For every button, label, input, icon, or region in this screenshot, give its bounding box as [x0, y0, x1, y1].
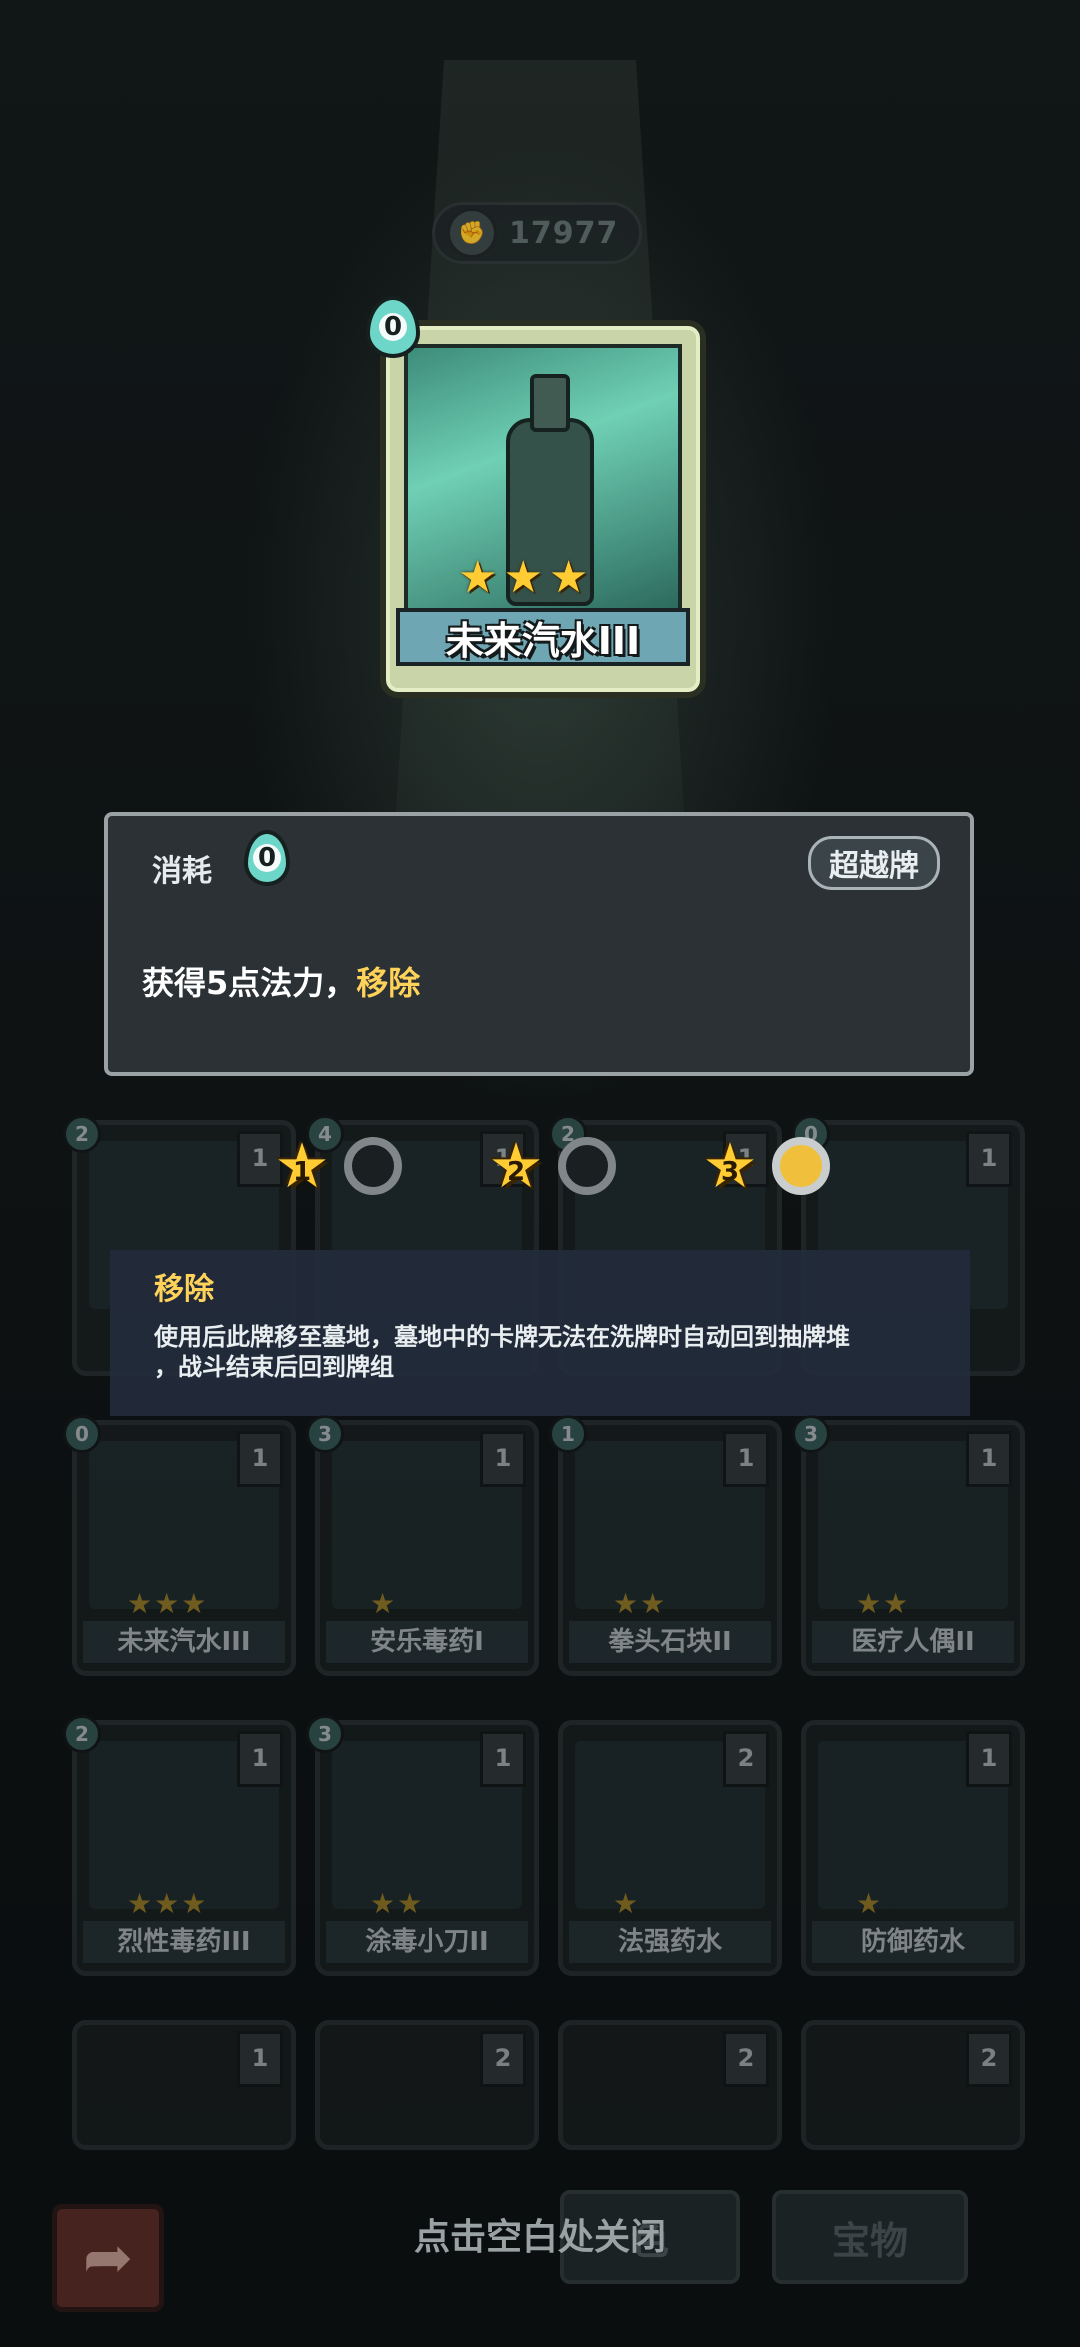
deck-card[interactable]: 2 1 ★★★ 烈性毒药III: [63, 1715, 296, 1976]
level-2-radio[interactable]: [558, 1137, 616, 1195]
card-level: 1: [237, 2031, 283, 2087]
card-level: 1: [966, 1431, 1012, 1487]
card-level: 2: [966, 2031, 1012, 2087]
deck-card[interactable]: 2: [801, 2020, 1025, 2150]
star-icon: ★: [503, 552, 543, 603]
card-name: 防御药水: [812, 1921, 1014, 1963]
card-cost: 2: [63, 1115, 101, 1153]
card-name: 安乐毒药I: [326, 1621, 528, 1663]
info-cost-value: 0: [253, 843, 281, 873]
card-cost: 2: [63, 1715, 101, 1753]
card-stars: ★: [856, 1887, 884, 1920]
deck-card[interactable]: 1 ★ 防御药水: [801, 1720, 1025, 1976]
card-info-panel: 消耗 0 超越牌 获得5点法力，移除: [104, 812, 974, 1076]
deck-card[interactable]: 1 1 ★★ 拳头石块II: [549, 1415, 782, 1676]
card-level: 1: [966, 1131, 1012, 1187]
deck-card[interactable]: 3 1 ★★ 医疗人偶II: [792, 1415, 1025, 1676]
effect-main: 获得5点法力，: [142, 964, 357, 1002]
level-label: 2: [506, 1157, 526, 1187]
effect-text: 获得5点法力，移除: [142, 958, 420, 1004]
card-stars: ★★: [856, 1587, 911, 1620]
selected-card: ★ ★ ★ 未来汽水III: [380, 320, 706, 698]
tooltip-line: ，战斗结束后回到牌组: [154, 1353, 394, 1381]
tooltip-title: 移除: [154, 1272, 214, 1307]
card-stars: ★ ★ ★: [458, 556, 588, 600]
level-1-star-icon[interactable]: ★ 1: [270, 1134, 334, 1198]
card-level: 1: [966, 1731, 1012, 1787]
card-cost: 0: [63, 1415, 101, 1453]
card-level: 1: [480, 1431, 526, 1487]
upgrade-selector: ★ 1 ★ 2 ★ 3: [270, 1134, 830, 1198]
card-name: 拳头石块II: [569, 1621, 771, 1663]
deck-card[interactable]: 1: [72, 2020, 296, 2150]
card-stars: ★★: [613, 1587, 668, 1620]
card-stars: ★: [370, 1587, 398, 1620]
card-name: 医疗人偶II: [812, 1621, 1014, 1663]
deck-card[interactable]: 3 1 ★ 安乐毒药I: [306, 1415, 539, 1676]
card-cost: 3: [306, 1715, 344, 1753]
currency-display: ✊ 17977: [432, 202, 642, 264]
deck-card[interactable]: 0 1 ★★★ 未来汽水III: [63, 1415, 296, 1676]
level-label: 3: [720, 1157, 740, 1187]
transcend-tag[interactable]: 超越牌: [808, 836, 940, 890]
deck-card[interactable]: 2 ★ 法强药水: [558, 1720, 782, 1976]
star-icon: ★: [548, 552, 589, 603]
card-name-bar: 未来汽水III: [396, 608, 690, 666]
card-level: 1: [237, 1431, 283, 1487]
fist-coin-icon: ✊: [447, 208, 497, 258]
deck-card[interactable]: 3 1 ★★ 涂毒小刀II: [306, 1715, 539, 1976]
card-level: 1: [237, 1731, 283, 1787]
card-level: 2: [723, 1731, 769, 1787]
close-hint: 点击空白处关闭: [413, 2217, 666, 2258]
currency-amount: 17977: [509, 215, 619, 251]
card-name: 涂毒小刀II: [326, 1921, 528, 1963]
card-name: 未来汽水III: [83, 1621, 285, 1663]
level-label: 1: [292, 1157, 312, 1187]
cost-label: 消耗: [152, 854, 212, 889]
card-level: 1: [723, 1431, 769, 1487]
deck-card[interactable]: 2: [558, 2020, 782, 2150]
level-1-radio[interactable]: [344, 1137, 402, 1195]
card-name: 未来汽水III: [445, 618, 641, 663]
level-3-radio[interactable]: [772, 1137, 830, 1195]
tooltip-line: 使用后此牌移至墓地，墓地中的卡牌无法在洗牌时自动回到抽牌堆: [154, 1323, 850, 1351]
card-cost: 3: [306, 1415, 344, 1453]
tooltip-body: 使用后此牌移至墓地，墓地中的卡牌无法在洗牌时自动回到抽牌堆 ，战斗结束后回到牌组: [154, 1322, 954, 1382]
card-stars: ★★★: [127, 1887, 209, 1920]
card-cost: 3: [792, 1415, 830, 1453]
card-level: 1: [480, 1731, 526, 1787]
card-cost: 1: [549, 1415, 587, 1453]
effect-keyword[interactable]: 移除: [356, 964, 420, 1002]
star-icon: ★: [458, 552, 498, 603]
keyword-tooltip: 移除 使用后此牌移至墓地，墓地中的卡牌无法在洗牌时自动回到抽牌堆 ，战斗结束后回…: [110, 1250, 970, 1416]
card-name: 烈性毒药III: [83, 1921, 285, 1963]
card-cost: 0: [379, 312, 407, 342]
card-name: 法强药水: [569, 1921, 771, 1963]
level-2-star-icon[interactable]: ★ 2: [484, 1134, 548, 1198]
deck-card[interactable]: 2: [315, 2020, 539, 2150]
card-stars: ★: [613, 1887, 641, 1920]
card-level: 2: [723, 2031, 769, 2087]
card-level: 2: [480, 2031, 526, 2087]
level-3-star-icon[interactable]: ★ 3: [698, 1134, 762, 1198]
card-stars: ★★★: [127, 1587, 209, 1620]
mana-cost-icon: 0: [244, 830, 290, 886]
card-stars: ★★: [370, 1887, 425, 1920]
